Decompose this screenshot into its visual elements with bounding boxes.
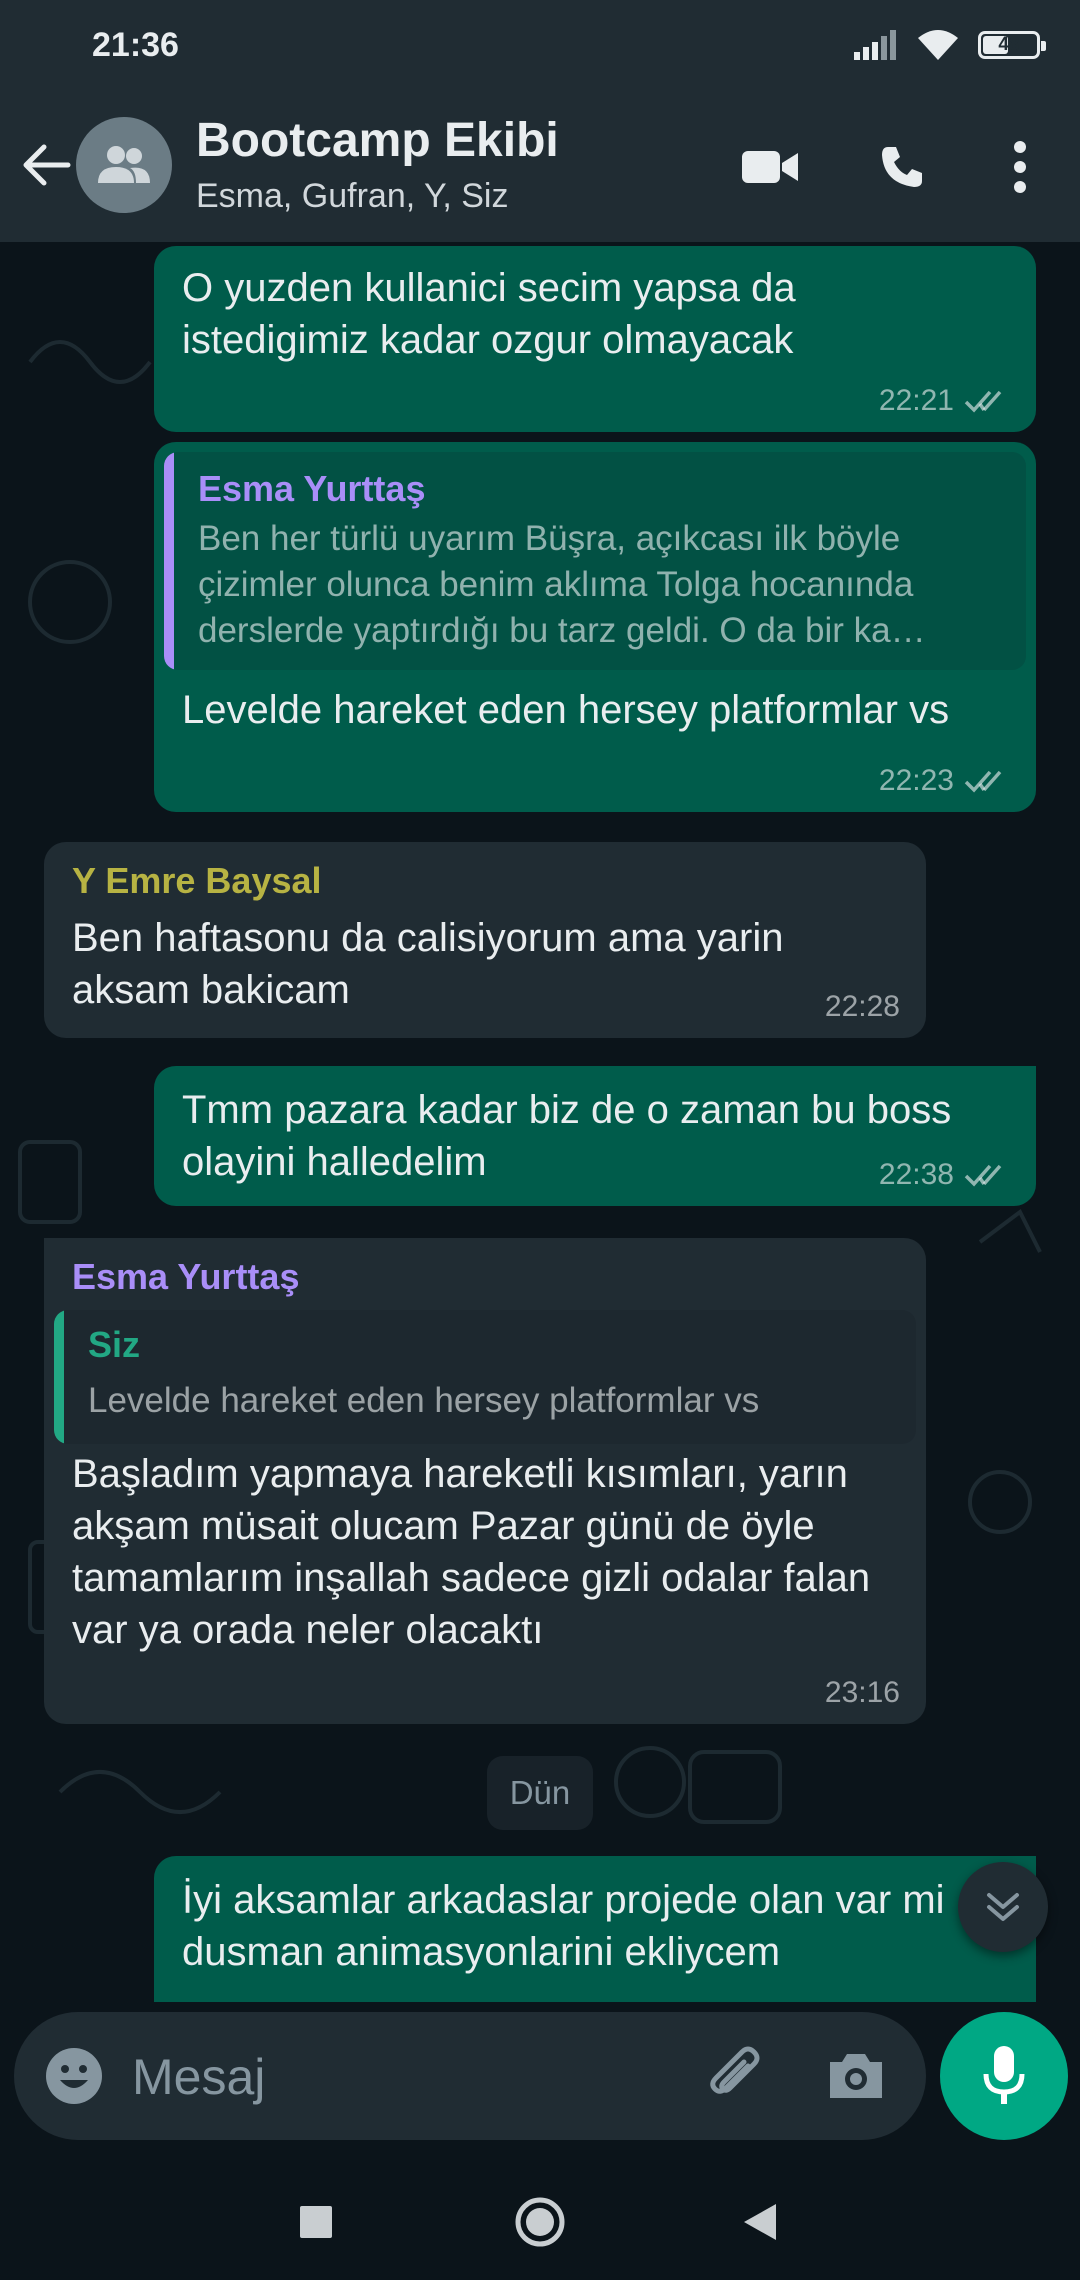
more-vert-icon [1014, 141, 1026, 193]
chat-members[interactable]: Esma, Gufran, Y, Siz [196, 177, 508, 216]
sender-name[interactable]: Esma Yurttaş [72, 1256, 299, 1298]
voice-call-button[interactable] [870, 135, 934, 199]
message-bubble-outgoing[interactable]: İyi aksamlar arkadaslar projede olan var… [154, 1856, 1036, 2002]
double-check-icon [964, 770, 1002, 793]
quoted-message[interactable]: Siz Levelde hareket eden hersey platform… [54, 1310, 916, 1444]
quoted-message[interactable]: Esma Yurttaş Ben her türlü uyarım Büşra,… [164, 452, 1026, 670]
voice-message-button[interactable] [940, 2012, 1068, 2140]
status-bar: 21:36 48 [0, 0, 1080, 95]
group-avatar[interactable] [76, 117, 172, 213]
message-bubble-outgoing[interactable]: O yuzden kullanici secim yapsa da istedi… [154, 246, 1036, 432]
quote-text: Levelde hareket eden hersey platformlar … [88, 1381, 760, 1420]
video-camera-icon [742, 151, 798, 183]
message-input-container[interactable]: Mesaj [14, 2012, 926, 2140]
message-time: 22:28 [824, 990, 900, 1023]
message-meta: 23:16 [825, 1676, 900, 1710]
wifi-icon [918, 30, 958, 60]
message-time: 22:23 [878, 764, 954, 797]
battery-icon: 48 [978, 31, 1046, 59]
message-text: Başladım yapmaya hareketli kısımları, ya… [72, 1452, 871, 1652]
message-meta: 22:21 [879, 384, 1010, 418]
message-bubble-outgoing[interactable]: Esma Yurttaş Ben her türlü uyarım Büşra,… [154, 442, 1036, 812]
message-text: İyi aksamlar arkadaslar projede olan var… [182, 1878, 945, 1974]
quote-sender: Siz [88, 1324, 141, 1365]
recents-button[interactable] [286, 2192, 346, 2252]
home-button[interactable] [510, 2192, 570, 2252]
home-circle-icon [515, 2197, 565, 2247]
message-text: O yuzden kullanici secim yapsa da istedi… [182, 266, 796, 362]
status-time: 21:36 [92, 26, 179, 64]
chat-area[interactable]: O yuzden kullanici secim yapsa da istedi… [0, 242, 1080, 2002]
message-meta: 22:28 [825, 990, 900, 1024]
message-bubble-outgoing[interactable]: Tmm pazara kadar biz de o zaman bu boss … [154, 1066, 1036, 1206]
double-check-icon [964, 390, 1002, 413]
scroll-to-bottom-button[interactable] [958, 1862, 1048, 1952]
message-time: 23:16 [824, 1676, 900, 1709]
double-check-icon [964, 1164, 1002, 1187]
back-triangle-icon [744, 2204, 776, 2240]
message-text: Levelde hareket eden hersey platformlar … [182, 688, 950, 732]
group-icon [98, 146, 150, 183]
microphone-icon [983, 2046, 1025, 2104]
message-time: 22:38 [878, 1158, 954, 1191]
message-text: Tmm pazara kadar biz de o zaman bu boss … [182, 1088, 952, 1184]
date-separator: Dün [487, 1756, 593, 1830]
chevron-double-down-icon [987, 1893, 1019, 1921]
battery-level: 48 [998, 34, 1020, 55]
more-options-button[interactable] [988, 135, 1052, 199]
chat-header: Bootcamp Ekibi Esma, Gufran, Y, Siz [0, 95, 1080, 242]
quote-bar [54, 1310, 64, 1444]
emoji-icon[interactable] [44, 2046, 104, 2106]
message-time: 22:21 [878, 384, 954, 417]
camera-icon[interactable] [824, 2044, 888, 2108]
message-composer: Mesaj [0, 2002, 1080, 2162]
back-arrow-icon[interactable] [18, 137, 74, 193]
quote-text: Ben her türlü uyarım Büşra, açıkcası ilk… [198, 519, 926, 650]
message-meta: 22:23 [879, 764, 1010, 798]
sender-name[interactable]: Y Emre Baysal [72, 860, 322, 902]
quote-sender: Esma Yurttaş [198, 468, 426, 509]
back-button[interactable] [730, 2192, 790, 2252]
square-icon [300, 2206, 332, 2238]
quote-bar [164, 452, 174, 670]
signal-icon [854, 30, 896, 60]
phone-icon [882, 147, 922, 187]
message-bubble-incoming[interactable]: Esma Yurttaş Siz Levelde hareket eden he… [44, 1238, 926, 1724]
chat-title[interactable]: Bootcamp Ekibi [196, 113, 559, 168]
message-input[interactable]: Mesaj [132, 2048, 265, 2106]
message-text: Ben haftasonu da calisiyorum ama yarin a… [72, 916, 784, 1012]
message-meta: 22:38 [879, 1158, 1010, 1192]
message-bubble-incoming[interactable]: Y Emre Baysal Ben haftasonu da calisiyor… [44, 842, 926, 1038]
video-call-button[interactable] [738, 135, 802, 199]
system-navigation-bar [0, 2162, 1080, 2280]
attachment-icon[interactable] [704, 2044, 768, 2108]
